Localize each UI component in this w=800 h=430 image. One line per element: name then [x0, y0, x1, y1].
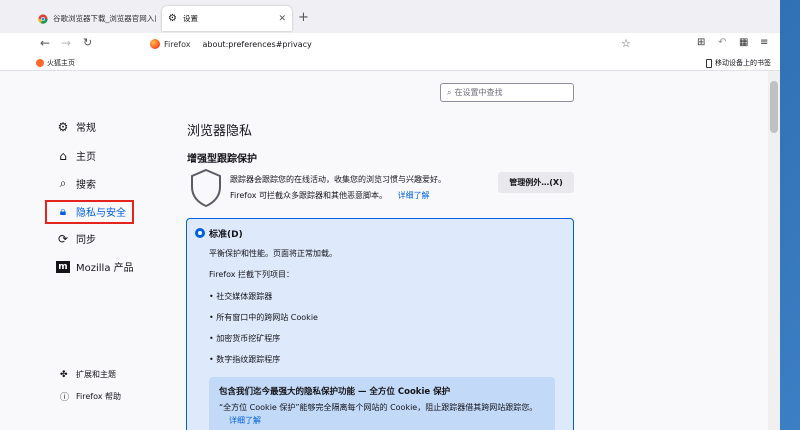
shield-icon — [191, 168, 221, 208]
list-item-text: 加密货币挖矿程序 — [216, 334, 281, 343]
close-tab-icon[interactable]: ✕ — [278, 14, 286, 24]
list-item: • 所有窗口中的跨网站 Cookie — [209, 313, 318, 322]
sidebar-item-search[interactable]: ⌕ 搜索 — [56, 176, 96, 191]
gear-icon: ⚙ — [57, 119, 69, 134]
sidebar-item-addons[interactable]: ✤ 扩展和主题 — [60, 369, 116, 380]
description-line: 跟踪器会跟踪您的在线活动，收集您的浏览习惯与兴趣爱好。 — [230, 175, 446, 184]
grid-icon[interactable]: ▦ — [739, 37, 748, 48]
back-button[interactable]: ← — [40, 36, 50, 50]
bookmark-label: 火狐主页 — [47, 59, 75, 67]
bookmark-star-icon[interactable]: ☆ — [621, 37, 631, 50]
list-item: • 社交媒体跟踪器 — [209, 292, 273, 301]
sidebar-item-label: 扩展和主题 — [76, 370, 116, 379]
url-bar[interactable]: Firefox about:preferences#privacy — [150, 36, 640, 52]
tab-label: 设置 — [183, 14, 198, 23]
chrome-icon — [38, 13, 48, 24]
forward-button[interactable]: → — [61, 36, 71, 50]
promo-title: 包含我们迄今最强大的隐私保护功能 — 全方位 Cookie 保护 — [219, 387, 451, 397]
sidebar-item-home[interactable]: ⌂ 主页 — [56, 148, 96, 164]
mobile-device-icon — [706, 58, 712, 68]
undo-icon[interactable]: ↶ — [718, 37, 726, 48]
standard-subtitle: 平衡保护和性能。页面将正常加载。 — [209, 249, 337, 258]
standard-lead: Firefox 拦截下列项目： — [209, 270, 295, 279]
sidebar-item-mozilla-products[interactable]: m Mozilla 产品 — [56, 259, 134, 274]
sidebar-item-label: Mozilla 产品 — [76, 263, 134, 274]
search-icon: ⌕ — [447, 87, 452, 97]
tracking-description: 跟踪器会跟踪您的在线活动，收集您的浏览习惯与兴趣爱好。 Firefox 可拦截众… — [230, 172, 490, 204]
tab-chrome-download[interactable]: 谷歌浏览器下载_浏览器官网入口 — [32, 6, 162, 31]
list-item-text: 所有窗口中的跨网站 Cookie — [216, 313, 318, 322]
tab-settings[interactable]: ⚙ 设置 ✕ — [162, 6, 292, 31]
url-address[interactable]: about:preferences#privacy — [202, 40, 311, 49]
sidebar-item-label: 同步 — [76, 235, 96, 246]
home-icon: ⌂ — [59, 148, 67, 163]
scrollbar-thumb[interactable] — [770, 81, 778, 133]
sync-icon: ⟳ — [57, 231, 69, 246]
sidebar-item-help[interactable]: ⓘ Firefox 帮助 — [60, 390, 121, 403]
highlight-box — [45, 200, 134, 224]
sidebar-item-general[interactable]: ⚙ 常规 — [56, 119, 96, 135]
sidebar-item-sync[interactable]: ⟳ 同步 — [56, 231, 96, 247]
help-icon: ⓘ — [60, 393, 70, 403]
list-item: • 数字指纹跟踪程序 — [209, 355, 281, 364]
settings-search-input[interactable]: ⌕ 在设置中查找 — [440, 83, 574, 102]
mozilla-icon: m — [56, 260, 70, 273]
bookmarks-toolbar: 火狐主页 移动设备上的书签 — [0, 55, 780, 71]
learn-more-link[interactable]: 详细了解 — [398, 191, 430, 200]
list-item-text: 数字指纹跟踪程序 — [216, 355, 281, 364]
sidebar-item-label: 常规 — [76, 123, 96, 134]
bookmark-firefox-home[interactable]: 火狐主页 — [36, 58, 75, 68]
mobile-bookmarks[interactable]: 移动设备上的书签 — [706, 58, 771, 68]
tab-bar: 谷歌浏览器下载_浏览器官网入口 ⚙ 设置 ✕ + — [0, 0, 780, 33]
firefox-logo-icon — [150, 39, 160, 49]
browser-window: 谷歌浏览器下载_浏览器官网入口 ⚙ 设置 ✕ + ← → ↻ Firefox a… — [0, 0, 780, 430]
tab-label: 谷歌浏览器下载_浏览器官网入口 — [53, 14, 156, 23]
gear-icon: ⚙ — [168, 12, 177, 24]
firefox-bookmark-icon — [36, 59, 44, 67]
standard-protection-option[interactable]: 标准(D) 平衡保护和性能。页面将正常加载。 Firefox 拦截下列项目： •… — [186, 218, 574, 430]
promo-learn-more-link[interactable]: 详细了解 — [229, 416, 261, 425]
list-item-text: 社交媒体跟踪器 — [216, 292, 273, 301]
search-placeholder: 在设置中查找 — [454, 88, 503, 97]
preferences-page: ⌕ 在设置中查找 ⚙ 常规 ⌂ 主页 ⌕ 搜索 🔒︎ 隐私与安全 ⟳ 同步 m … — [0, 71, 780, 430]
section-title: 增强型跟踪保护 — [187, 154, 257, 165]
list-item: • 加密货币挖矿程序 — [209, 334, 281, 343]
new-tab-button[interactable]: + — [298, 10, 309, 25]
url-brand: Firefox — [164, 39, 191, 49]
description-line: Firefox 可拦截众多跟踪器和其他恶意脚本。 — [230, 191, 388, 200]
extensions-icon[interactable]: ⊞ — [697, 37, 705, 48]
page-title: 浏览器隐私 — [187, 124, 253, 139]
sidebar-item-label: 主页 — [76, 152, 96, 163]
sidebar-item-label: 搜索 — [76, 180, 96, 191]
sidebar-item-label: Firefox 帮助 — [76, 392, 122, 401]
standard-title: 标准(D) — [209, 230, 243, 240]
total-cookie-protection-promo: 包含我们迄今最强大的隐私保护功能 — 全方位 Cookie 保护 “全方位 Co… — [209, 377, 555, 430]
manage-exceptions-button[interactable]: 管理例外…(X) — [498, 172, 574, 193]
promo-body: “全方位 Cookie 保护”能够完全隔离每个网站的 Cookie，阻止跟踪器借… — [219, 401, 549, 427]
bookmark-label: 移动设备上的书签 — [715, 59, 771, 67]
scrollbar[interactable] — [768, 71, 780, 430]
promo-text: “全方位 Cookie 保护”能够完全隔离每个网站的 Cookie，阻止跟踪器借… — [219, 403, 538, 412]
search-icon: ⌕ — [59, 176, 67, 190]
menu-icon[interactable]: ≡ — [760, 37, 768, 48]
reload-button[interactable]: ↻ — [83, 36, 92, 50]
standard-radio[interactable] — [195, 228, 205, 238]
navigation-toolbar: ← → ↻ Firefox about:preferences#privacy … — [0, 33, 780, 55]
puzzle-icon: ✤ — [60, 369, 68, 380]
